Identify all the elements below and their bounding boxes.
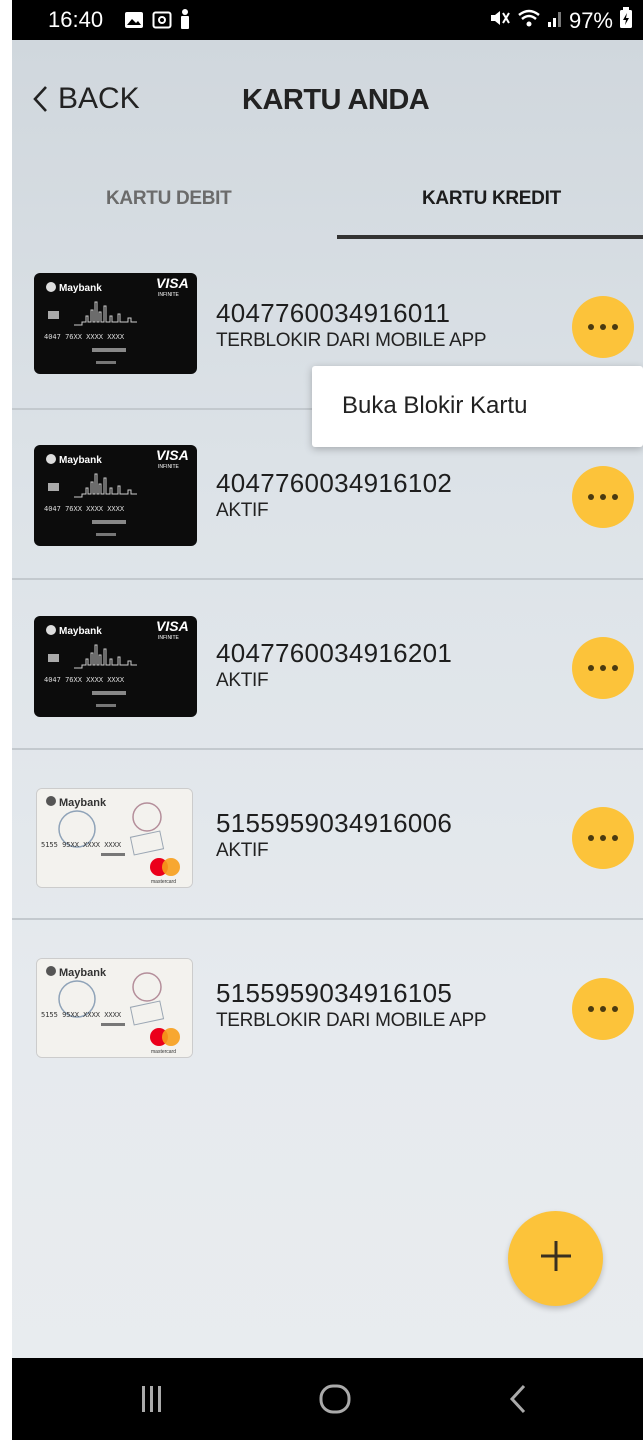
recent-apps-icon[interactable] bbox=[140, 1384, 164, 1419]
battery-icon bbox=[619, 7, 633, 35]
svg-text:VISA: VISA bbox=[156, 447, 189, 463]
menu-item-buka-blokir-kartu[interactable]: Buka Blokir Kartu bbox=[342, 392, 527, 420]
visa-card-image: Maybank VISA INFINITE 4047 76XX XXXX XXX… bbox=[34, 445, 197, 546]
svg-text:5155 95XX XXXX XXXX: 5155 95XX XXXX XXXX bbox=[41, 1011, 122, 1019]
svg-text:mastercard: mastercard bbox=[151, 1049, 176, 1055]
screenshot-icon bbox=[152, 9, 172, 35]
svg-text:VISA: VISA bbox=[156, 275, 189, 291]
card-status: AKTIF bbox=[216, 840, 269, 861]
svg-text:VISA: VISA bbox=[156, 618, 189, 634]
svg-text:INFINITE: INFINITE bbox=[158, 464, 179, 470]
svg-text:5155 95XX XXXX XXXX: 5155 95XX XXXX XXXX bbox=[41, 841, 122, 849]
svg-text:INFINITE: INFINITE bbox=[158, 292, 179, 298]
card-number: 5155959034916006 bbox=[216, 808, 453, 838]
card-number: 4047760034916011 bbox=[216, 298, 451, 328]
page-title: KARTU ANDA bbox=[242, 84, 430, 116]
person-icon bbox=[180, 9, 190, 35]
battery-percent: 97% bbox=[568, 8, 613, 33]
status-time: 16:40 bbox=[48, 7, 104, 32]
svg-text:Maybank: Maybank bbox=[59, 455, 102, 466]
home-icon[interactable] bbox=[319, 1384, 351, 1419]
more-horizontal-icon bbox=[588, 665, 618, 671]
more-options-button[interactable] bbox=[572, 466, 634, 528]
more-options-button[interactable] bbox=[572, 296, 634, 358]
more-horizontal-icon bbox=[588, 324, 618, 330]
more-horizontal-icon bbox=[588, 835, 618, 841]
svg-text:INFINITE: INFINITE bbox=[158, 635, 179, 641]
card-status: AKTIF bbox=[216, 500, 269, 521]
system-navigation-bar bbox=[12, 1358, 643, 1440]
card-status: AKTIF bbox=[216, 670, 269, 691]
mastercard-card-image: Maybank 5155 95XX XXXX XXXX mastercard bbox=[36, 958, 193, 1058]
left-edge-strip bbox=[0, 0, 12, 1440]
top-app-bar: BACK KARTU ANDA bbox=[12, 40, 643, 160]
tab-kartu-debit[interactable]: KARTU DEBIT bbox=[106, 188, 232, 210]
card-number: 4047760034916201 bbox=[216, 638, 453, 668]
svg-text:4047 76XX XXXX XXXX: 4047 76XX XXXX XXXX bbox=[44, 676, 125, 684]
more-options-button[interactable] bbox=[572, 637, 634, 699]
card-type-tabs: KARTU DEBIT KARTU KREDIT bbox=[12, 160, 643, 240]
gallery-icon bbox=[124, 9, 144, 35]
status-notification-icons bbox=[124, 9, 190, 35]
mute-icon bbox=[489, 8, 511, 34]
list-item[interactable]: Maybank 5155 95XX XXXX XXXX mastercard 5… bbox=[12, 750, 643, 920]
app-screen: 16:40 97% BACK KARTU ANDA KARTU DEBIT KA… bbox=[12, 0, 643, 1440]
signal-icon bbox=[547, 8, 563, 34]
svg-text:Maybank: Maybank bbox=[59, 967, 107, 979]
more-options-button[interactable] bbox=[572, 978, 634, 1040]
card-number: 4047760034916102 bbox=[216, 468, 453, 498]
svg-text:Maybank: Maybank bbox=[59, 797, 107, 809]
svg-text:4047 76XX XXXX XXXX: 4047 76XX XXXX XXXX bbox=[44, 505, 125, 513]
list-item[interactable]: Maybank VISA INFINITE 4047 76XX XXXX XXX… bbox=[12, 580, 643, 750]
mastercard-card-image: Maybank 5155 95XX XXXX XXXX mastercard bbox=[36, 788, 193, 888]
back-button[interactable]: BACK bbox=[32, 82, 140, 116]
card-options-menu: Buka Blokir Kartu bbox=[312, 366, 643, 447]
visa-card-image: Maybank VISA INFINITE 4047 76XX XXXX XXX… bbox=[34, 616, 197, 717]
chevron-left-icon bbox=[32, 85, 48, 113]
plus-icon bbox=[538, 1238, 574, 1279]
svg-text:mastercard: mastercard bbox=[151, 879, 176, 885]
back-nav-icon[interactable] bbox=[509, 1384, 527, 1419]
back-label: BACK bbox=[58, 82, 140, 115]
list-item[interactable]: Maybank 5155 95XX XXXX XXXX mastercard 5… bbox=[12, 920, 643, 1090]
svg-text:Maybank: Maybank bbox=[59, 283, 102, 294]
more-options-button[interactable] bbox=[572, 807, 634, 869]
active-tab-indicator bbox=[337, 235, 643, 239]
visa-card-image: Maybank VISA INFINITE 4047 76XX XXXX XXX… bbox=[34, 273, 197, 374]
wifi-icon bbox=[517, 8, 541, 34]
more-horizontal-icon bbox=[588, 494, 618, 500]
card-number: 5155959034916105 bbox=[216, 978, 453, 1008]
status-right-icons: 97% bbox=[489, 7, 633, 35]
status-bar: 16:40 97% bbox=[12, 0, 643, 40]
add-card-button[interactable] bbox=[508, 1211, 603, 1306]
svg-text:Maybank: Maybank bbox=[59, 626, 102, 637]
more-horizontal-icon bbox=[588, 1006, 618, 1012]
card-status: TERBLOKIR DARI MOBILE APP bbox=[216, 1010, 487, 1031]
tab-kartu-kredit[interactable]: KARTU KREDIT bbox=[422, 188, 561, 210]
svg-text:4047 76XX XXXX XXXX: 4047 76XX XXXX XXXX bbox=[44, 333, 125, 341]
card-status: TERBLOKIR DARI MOBILE APP bbox=[216, 330, 487, 351]
